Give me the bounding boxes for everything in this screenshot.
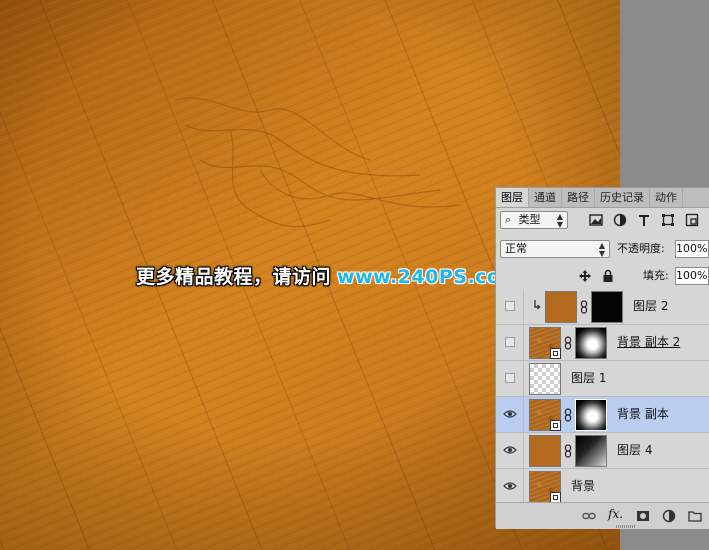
visibility-toggle[interactable] xyxy=(496,289,524,324)
visibility-toggle[interactable] xyxy=(496,433,524,468)
hidden-visibility-box xyxy=(505,337,515,347)
add-mask-icon[interactable] xyxy=(636,509,650,523)
hidden-visibility-box xyxy=(505,301,515,311)
tab-paths[interactable]: 路径 xyxy=(562,188,595,207)
layer-name[interactable]: 背景 副本 xyxy=(617,397,669,432)
lock-fill-row: 填充: 100% xyxy=(496,265,709,289)
layer-name[interactable]: 背景 副本 2 xyxy=(617,325,680,360)
opacity-label: 不透明度: xyxy=(617,242,665,255)
layer-thumbnail[interactable] xyxy=(529,471,561,503)
tab-channels[interactable]: 通道 xyxy=(529,188,562,207)
layer-mask-thumbnail[interactable] xyxy=(591,291,623,323)
watermark-text: 更多精品教程，请访问 xyxy=(136,266,332,288)
watermark: 更多精品教程，请访问 www.240PS.com xyxy=(136,262,521,290)
smart-object-icon xyxy=(550,420,561,431)
layer-name[interactable]: 图层 4 xyxy=(617,433,652,468)
filter-kind-select[interactable]: ⌕ 类型 ▲ ▼ xyxy=(500,211,568,229)
layer-thumbnail[interactable] xyxy=(545,291,577,323)
lock-all-icon[interactable] xyxy=(602,269,614,283)
panel-resize-grip[interactable] xyxy=(616,525,636,528)
fill-input[interactable]: 100% xyxy=(675,267,709,285)
panel-tab-bar: 图层 通道 路径 历史记录 动作 xyxy=(496,188,709,208)
eye-icon xyxy=(503,446,517,454)
visibility-toggle[interactable] xyxy=(496,325,524,360)
layer-name[interactable]: 背景 xyxy=(571,469,595,504)
mask-link-icon[interactable] xyxy=(564,444,572,458)
link-layers-icon[interactable] xyxy=(582,509,596,523)
hidden-visibility-box xyxy=(505,373,515,383)
adjustment-icon[interactable] xyxy=(662,509,676,523)
panel-footer: fx. xyxy=(496,502,709,529)
layer-thumbnail[interactable] xyxy=(529,435,561,467)
blend-opacity-row: 正常 ▲ ▼ 不透明度: 100% xyxy=(496,238,709,262)
tab-actions[interactable]: 动作 xyxy=(650,188,683,207)
blend-mode-value: 正常 xyxy=(505,242,527,255)
watermark-url: www.240PS.com xyxy=(337,266,521,288)
filter-type-layers-icon[interactable] xyxy=(636,212,652,228)
visibility-toggle[interactable] xyxy=(496,469,524,504)
layer-name[interactable]: 图层 1 xyxy=(571,361,606,396)
layer-mask-thumbnail[interactable] xyxy=(575,327,607,359)
opacity-input[interactable]: 100% xyxy=(675,240,709,258)
filter-kind-value: 类型 xyxy=(518,213,541,226)
tab-history[interactable]: 历史记录 xyxy=(595,188,650,207)
group-folder-icon[interactable] xyxy=(688,509,702,523)
filter-shape-layers-icon[interactable] xyxy=(660,212,676,228)
clipping-mask-arrow-icon xyxy=(534,300,541,310)
visibility-toggle[interactable] xyxy=(496,397,524,432)
select-arrows-icon: ▲ ▼ xyxy=(556,212,563,229)
layer-name[interactable]: 图层 2 xyxy=(633,289,668,324)
layer-row[interactable]: 图层 4 xyxy=(496,433,709,469)
filter-pixel-layers-icon[interactable] xyxy=(588,212,604,228)
filter-adjustment-layers-icon[interactable] xyxy=(612,212,628,228)
layer-row[interactable]: 背景 副本 2 xyxy=(496,325,709,361)
lock-position-icon[interactable] xyxy=(578,269,592,283)
visibility-toggle[interactable] xyxy=(496,361,524,396)
layer-filter-row: ⌕ 类型 ▲ ▼ xyxy=(496,209,709,233)
mask-link-icon[interactable] xyxy=(564,336,572,350)
layer-row[interactable]: 图层 1 xyxy=(496,361,709,397)
mask-link-icon[interactable] xyxy=(580,300,588,314)
layer-mask-thumbnail[interactable] xyxy=(575,399,607,431)
blend-mode-select[interactable]: 正常 ▲ ▼ xyxy=(500,240,610,258)
layer-thumbnail[interactable] xyxy=(529,399,561,431)
layer-thumbnail[interactable] xyxy=(529,363,561,395)
layer-thumbnail[interactable] xyxy=(529,327,561,359)
eye-icon xyxy=(503,410,517,418)
layer-row[interactable]: 图层 2 xyxy=(496,289,709,325)
fill-label: 填充: xyxy=(643,269,669,282)
eye-icon xyxy=(503,482,517,490)
fx-icon[interactable]: fx. xyxy=(608,507,623,521)
layer-row[interactable]: 背景 副本 xyxy=(496,397,709,433)
tab-layers[interactable]: 图层 xyxy=(496,188,529,207)
layer-row[interactable]: 背景 xyxy=(496,469,709,505)
select-arrows-icon: ▲ ▼ xyxy=(598,241,605,258)
layers-panel: 图层 通道 路径 历史记录 动作 ⌕ 类型 ▲ ▼ 正常 ▲ ▼ 不透明度: 1… xyxy=(495,187,709,529)
layer-mask-thumbnail[interactable] xyxy=(575,435,607,467)
filter-smart-objects-icon[interactable] xyxy=(684,212,700,228)
smart-object-icon xyxy=(550,348,561,359)
search-icon: ⌕ xyxy=(505,213,512,226)
mask-link-icon[interactable] xyxy=(564,408,572,422)
